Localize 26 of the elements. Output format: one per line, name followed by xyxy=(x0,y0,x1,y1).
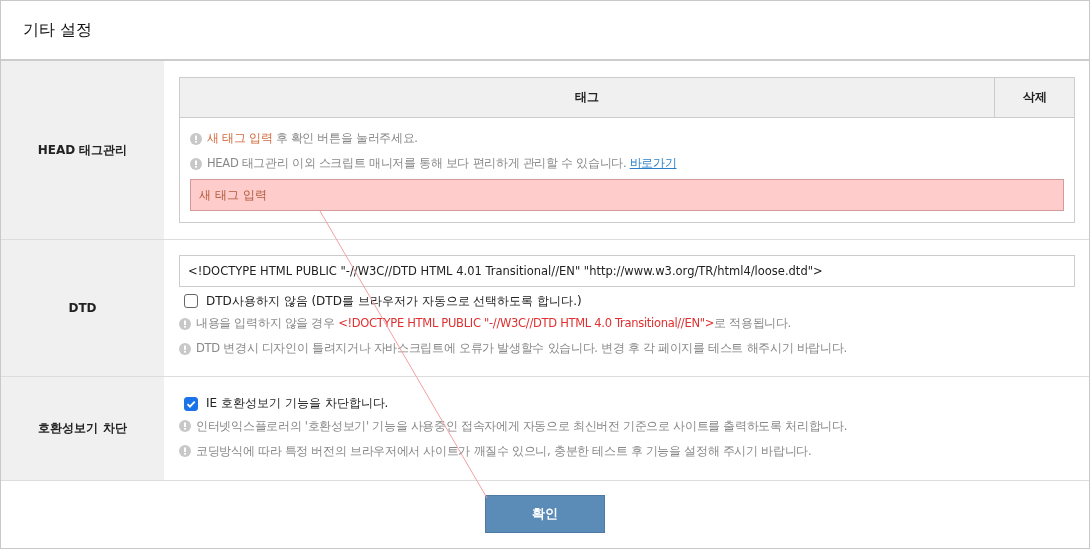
checkbox[interactable] xyxy=(184,294,198,308)
info-icon xyxy=(179,445,191,457)
tag-input[interactable]: 새 태그 입력 xyxy=(190,179,1064,211)
info-icon xyxy=(190,157,202,170)
info-icon xyxy=(179,317,191,330)
info-icon xyxy=(190,132,202,145)
dtd-input[interactable]: <!DOCTYPE HTML PUBLIC "-//W3C//DTD HTML 4.01 Transitional//EN" "http://www.w3.org/TR/html4/loose.dtd"> xyxy=(179,255,1075,287)
checkbox[interactable] xyxy=(184,396,198,411)
row-header: HEAD 태그관리 xyxy=(1,61,164,239)
checkbox-label: IE 호환성보기 기능을 차단합니다. xyxy=(206,395,389,412)
help-text: 내용을 입력하지 않을 경우 <!DOCTYPE HTML PUBLIC "-//W3C//DTD HTML 4.0 Transitional//EN">로 적용됩니다. xyxy=(196,316,791,331)
shortcut-link[interactable]: 바로가기 xyxy=(629,156,677,170)
checkbox-label: DTD사용하지 않음 (DTD를 브라우저가 자동으로 선택하도록 합니다.) xyxy=(206,292,582,310)
help-text: 새 태그 입력 후 확인 버튼을 눌러주세요. xyxy=(207,131,418,146)
row-header: DTD xyxy=(1,240,164,376)
column-header: 태그 xyxy=(574,89,600,106)
help-text: HEAD 태그관리 이외 스크립트 매니저를 통해 보다 편리하게 관리할 수 있습니다. 바로가기 xyxy=(207,156,677,171)
confirm-button[interactable]: 확인 xyxy=(485,495,605,533)
info-icon xyxy=(179,342,191,355)
help-text: DTD 변경시 디자인이 틀려지거나 자바스크립트에 오류가 발생할수 있습니다. 변경 후 각 페이지를 테스트 해주시기 바랍니다. xyxy=(196,341,847,356)
help-text: 인터넷익스플로러의 '호환성보기' 기능을 사용중인 접속자에게 자동으로 최신버전 기준으로 사이트를 출력하도록 처리합니다. xyxy=(196,418,848,434)
info-icon xyxy=(179,420,191,432)
row-header: 호환성보기 차단 xyxy=(1,377,164,480)
help-text: 코딩방식에 따라 특정 버전의 브라우저에서 사이트가 깨질수 있으니, 충분한 테스트 후 기능을 설정해 주시기 바랍니다. xyxy=(196,443,812,459)
page-title: 기타 설정 xyxy=(23,19,93,41)
column-header: 삭제 xyxy=(994,78,1074,117)
